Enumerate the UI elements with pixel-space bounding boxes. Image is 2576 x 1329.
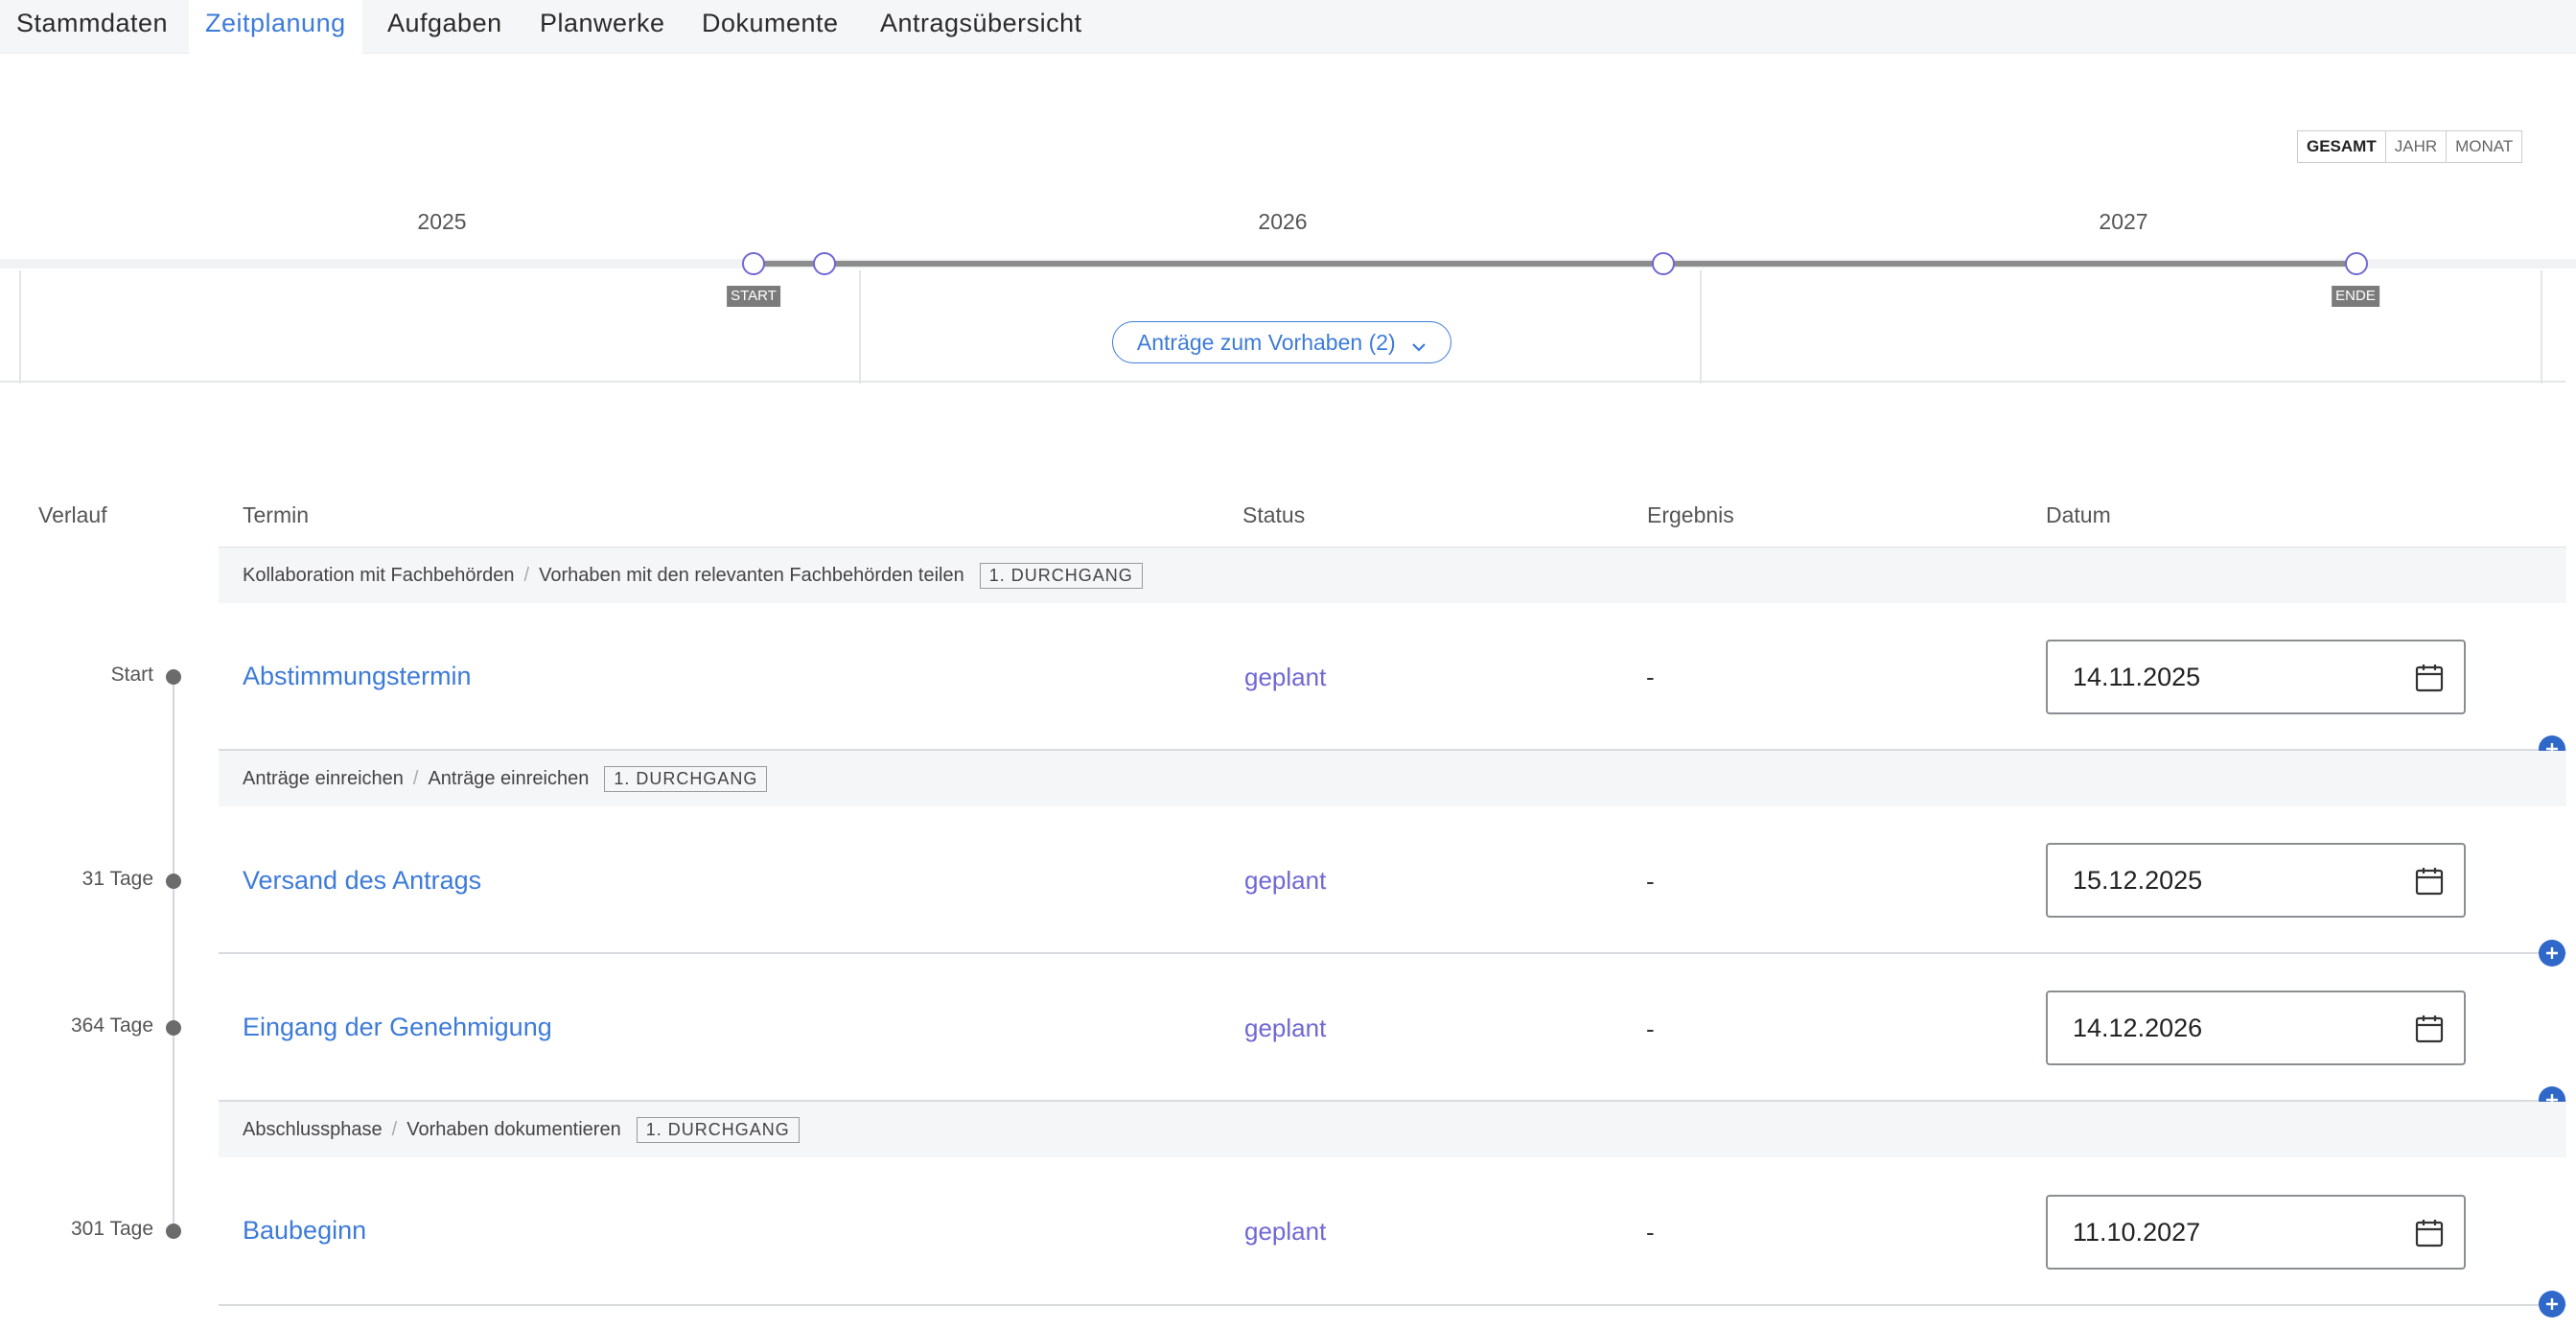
durchgang-badge: 1. DURCHGANG: [604, 765, 768, 792]
column-header-ergebnis: Ergebnis: [1647, 502, 1734, 527]
tab-zeitplanung[interactable]: Zeitplanung: [189, 0, 362, 55]
termin-link[interactable]: Baubeginn: [243, 1216, 366, 1246]
status-text: geplant: [1244, 1014, 1327, 1042]
date-field: [2046, 640, 2466, 714]
group-step: Vorhaben mit den relevanten Fachbehörden…: [539, 564, 964, 586]
durchgang-badge: 1. DURCHGANG: [636, 1116, 800, 1143]
termin-link[interactable]: Eingang der Genehmigung: [243, 1013, 552, 1042]
termin-link[interactable]: Versand des Antrags: [243, 866, 481, 896]
group-step: Vorhaben dokumentieren: [406, 1118, 621, 1140]
group-header: Anträge einreichen / Anträge einreichen …: [219, 751, 2566, 806]
timeline-end-tag: ENDE: [2332, 286, 2379, 307]
timeline-divider: [19, 270, 21, 384]
tab-antragsuebersicht[interactable]: Antragsübersicht: [864, 0, 1099, 54]
column-header-status: Status: [1242, 502, 1306, 527]
antraege-dropdown-button[interactable]: Anträge zum Vorhaben (2): [1112, 321, 1451, 363]
ergebnis-text: -: [1646, 1014, 1655, 1043]
plus-icon: [2546, 947, 2558, 959]
timeline-divider: [859, 270, 861, 384]
verlauf-line: [173, 677, 174, 1231]
plus-icon: [2546, 1298, 2558, 1310]
view-monat-button[interactable]: MONAT: [2446, 131, 2522, 162]
calendar-icon[interactable]: [2414, 1014, 2445, 1044]
tab-aufgaben[interactable]: Aufgaben: [371, 0, 519, 54]
timeline-start-tag: START: [727, 286, 780, 307]
calendar-icon[interactable]: [2414, 663, 2445, 693]
calendar-icon[interactable]: [2414, 866, 2445, 897]
timeline-milestone[interactable]: [2345, 252, 2368, 275]
termin-link[interactable]: Abstimmungstermin: [243, 662, 472, 691]
calendar-icon[interactable]: [2414, 1218, 2445, 1248]
tab-stammdaten[interactable]: Stammdaten: [0, 0, 184, 54]
column-header-termin: Termin: [243, 502, 310, 527]
verlauf-label: 31 Tage: [81, 868, 153, 890]
date-field: [2046, 1195, 2466, 1270]
date-field: [2046, 843, 2466, 918]
antraege-button-label: Anträge zum Vorhaben (2): [1136, 330, 1396, 355]
timeline-milestone[interactable]: [742, 252, 765, 275]
date-input[interactable]: [2073, 1197, 2399, 1268]
date-input[interactable]: [2073, 845, 2399, 916]
chevron-down-icon: [1411, 324, 1427, 364]
row-divider: [219, 1304, 2566, 1306]
timeline-milestone[interactable]: [1652, 252, 1675, 275]
ergebnis-text: -: [1646, 867, 1655, 896]
add-termin-button[interactable]: [2539, 1291, 2565, 1317]
timeline-divider: [1700, 270, 1702, 384]
status-text: geplant: [1244, 866, 1327, 895]
breadcrumb-separator: /: [412, 767, 419, 789]
view-toggle: GESAMT JAHR MONAT: [2297, 130, 2523, 163]
date-input[interactable]: [2073, 992, 2399, 1063]
timeline-year-2026: 2026: [1258, 209, 1308, 234]
durchgang-badge: 1. DURCHGANG: [979, 562, 1143, 589]
timeline-baseline: [0, 381, 2565, 383]
group-phase: Kollaboration mit Fachbehörden: [243, 564, 515, 586]
view-gesamt-button[interactable]: GESAMT: [2298, 131, 2385, 162]
tab-bar: Stammdaten Zeitplanung Aufgaben Planwerk…: [0, 0, 2576, 55]
row-divider: [219, 952, 2566, 954]
view-jahr-button[interactable]: JAHR: [2384, 131, 2447, 162]
verlauf-dot: [166, 1224, 181, 1239]
ergebnis-text: -: [1646, 1218, 1655, 1247]
timeline-milestone[interactable]: [813, 252, 836, 275]
group-phase: Abschlussphase: [243, 1118, 383, 1140]
verlauf-dot: [166, 874, 181, 889]
timeline-duration-bar: [754, 261, 2356, 267]
breadcrumb-separator: /: [391, 1118, 398, 1140]
add-termin-button[interactable]: [2539, 940, 2565, 967]
verlauf-label: Start: [110, 664, 153, 686]
column-header-verlauf: Verlauf: [38, 502, 107, 527]
status-text: geplant: [1244, 663, 1327, 691]
tab-dokumente[interactable]: Dokumente: [685, 0, 855, 54]
date-field: [2046, 991, 2466, 1065]
group-header: Abschlussphase / Vorhaben dokumentieren …: [219, 1102, 2566, 1157]
group-phase: Anträge einreichen: [243, 767, 404, 789]
date-input[interactable]: [2073, 641, 2399, 712]
timeline-year-2025: 2025: [417, 209, 467, 234]
verlauf-label: 364 Tage: [70, 1014, 153, 1037]
group-header: Kollaboration mit Fachbehörden / Vorhabe…: [219, 548, 2566, 603]
ergebnis-text: -: [1646, 663, 1655, 691]
timeline-divider: [2541, 270, 2542, 384]
verlauf-label: 301 Tage: [70, 1218, 153, 1240]
column-header-datum: Datum: [2046, 502, 2111, 527]
tab-planwerke[interactable]: Planwerke: [523, 0, 682, 54]
verlauf-dot: [166, 1020, 181, 1036]
group-step: Anträge einreichen: [428, 767, 590, 789]
timeline-year-2027: 2027: [2099, 209, 2148, 234]
breadcrumb-separator: /: [523, 564, 530, 586]
status-text: geplant: [1244, 1217, 1327, 1246]
verlauf-dot: [166, 669, 181, 685]
